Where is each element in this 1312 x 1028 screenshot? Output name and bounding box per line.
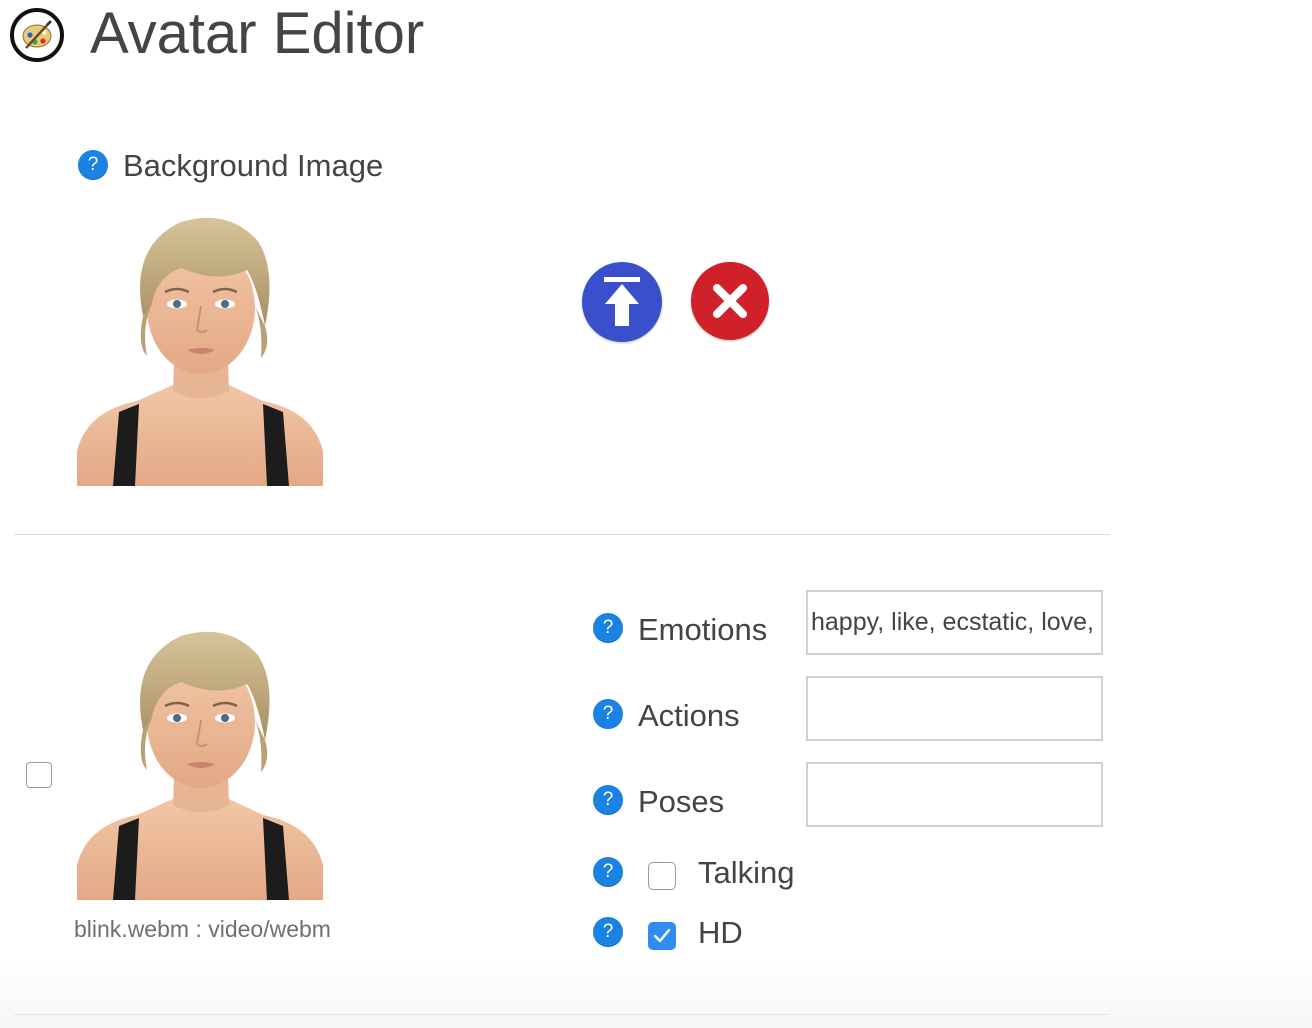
media-avatar-preview[interactable] bbox=[77, 620, 323, 900]
select-item-checkbox[interactable] bbox=[26, 762, 52, 788]
poses-input[interactable] bbox=[806, 762, 1103, 827]
bottom-shadow bbox=[0, 960, 1312, 1028]
emotions-input-value: happy, like, ecstatic, love, bbox=[811, 608, 1095, 636]
section-divider-bottom bbox=[14, 1014, 1110, 1015]
page-title: Avatar Editor bbox=[90, 1, 425, 66]
background-help-icon[interactable]: ? bbox=[78, 150, 108, 180]
checkmark-icon bbox=[653, 928, 671, 943]
poses-help-icon[interactable]: ? bbox=[593, 785, 623, 815]
emotions-help-icon[interactable]: ? bbox=[593, 613, 623, 643]
talking-checkbox[interactable] bbox=[648, 862, 676, 890]
poses-label: Poses bbox=[638, 784, 725, 819]
avatar-editor-page: Avatar Editor ? Background Image blink.w… bbox=[0, 0, 1312, 1028]
hd-help-icon[interactable]: ? bbox=[593, 917, 623, 947]
background-avatar-image bbox=[77, 206, 323, 486]
hd-checkbox[interactable] bbox=[648, 922, 676, 950]
talking-label: Talking bbox=[698, 855, 795, 890]
media-file-caption: blink.webm : video/webm bbox=[74, 916, 331, 942]
paint-palette-icon bbox=[10, 8, 64, 62]
actions-input[interactable] bbox=[806, 676, 1103, 741]
hd-label: HD bbox=[698, 915, 743, 950]
section-divider bbox=[14, 534, 1110, 535]
delete-background-button[interactable] bbox=[691, 262, 769, 340]
emotions-label: Emotions bbox=[638, 612, 768, 647]
actions-help-icon[interactable]: ? bbox=[593, 699, 623, 729]
upload-icon bbox=[604, 277, 640, 326]
upload-background-button[interactable] bbox=[582, 262, 662, 342]
background-image-label: Background Image bbox=[123, 148, 384, 183]
emotions-input[interactable]: happy, like, ecstatic, love, bbox=[806, 590, 1103, 655]
talking-help-icon[interactable]: ? bbox=[593, 857, 623, 887]
close-icon bbox=[713, 284, 747, 318]
actions-label: Actions bbox=[638, 698, 740, 733]
